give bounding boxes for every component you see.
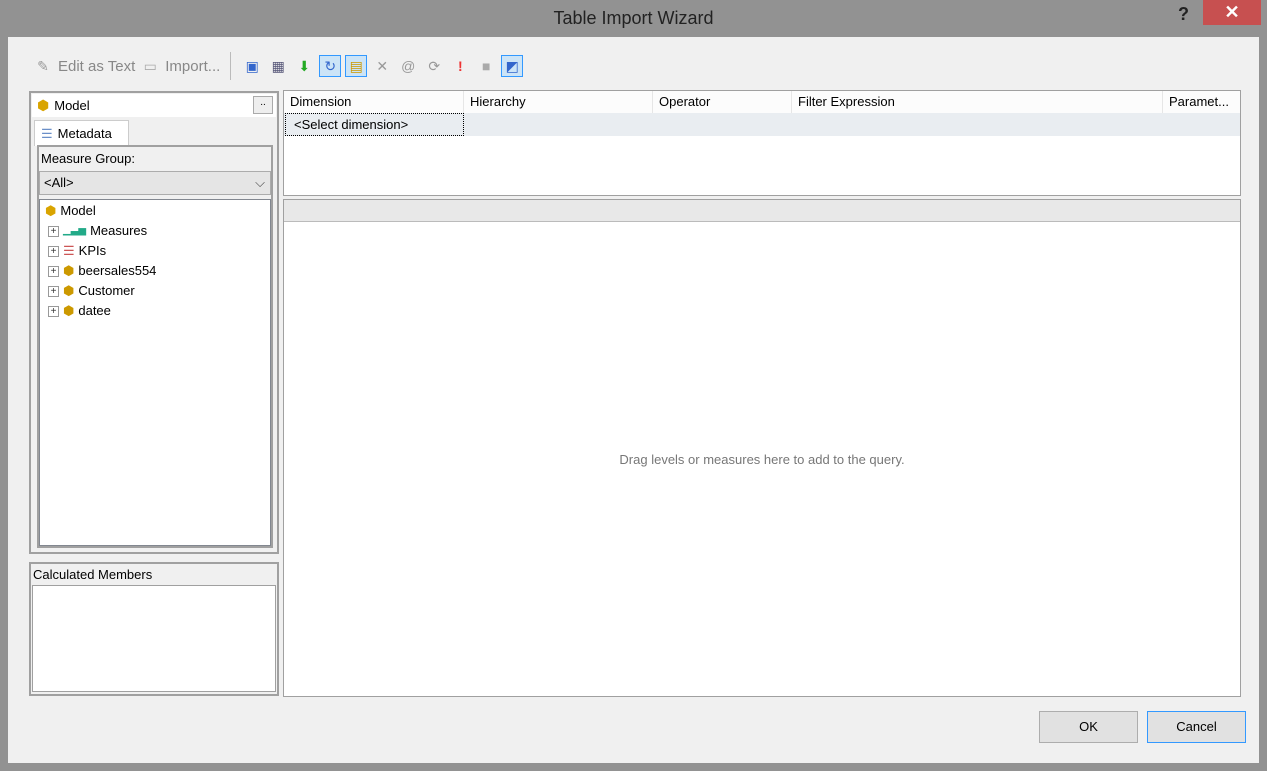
calculator-icon[interactable]: ▦ xyxy=(267,55,289,77)
tree-item-label: Customer xyxy=(78,283,135,298)
metadata-icon: ☰ xyxy=(41,125,53,141)
show-empty-cells-icon[interactable]: ↻ xyxy=(319,55,342,77)
delete-icon[interactable]: ✕ xyxy=(371,55,393,77)
dimension-icon: ⬢ xyxy=(63,303,75,318)
column-header-filter-expression[interactable]: Filter Expression xyxy=(792,91,1163,113)
title-bar: Table Import Wizard ? ✕ xyxy=(0,0,1267,37)
column-header-parameters[interactable]: Paramet... xyxy=(1163,91,1240,113)
tree-item[interactable]: + ⬢ Customer xyxy=(40,281,270,301)
query-results-panel: Drag levels or measures here to add to t… xyxy=(283,199,1241,697)
metadata-tree: ⬢ Model + ▁▃▅ Measures + ☰ KPIs + ⬢ beersales55… xyxy=(39,199,271,546)
cube-selector[interactable]: ⬢ Model .. xyxy=(32,94,276,117)
cube-icon: ⬢ xyxy=(37,97,50,113)
expand-icon[interactable]: + xyxy=(48,225,59,237)
tree-item-label: KPIs xyxy=(78,243,107,258)
toolbar-separator xyxy=(230,52,232,80)
add-filter-icon[interactable]: ⬇ xyxy=(293,55,315,77)
browse-cube-button[interactable]: .. xyxy=(253,96,273,114)
tree-item[interactable]: + ☰ KPIs xyxy=(40,241,270,261)
cancel-button[interactable]: Cancel xyxy=(1147,711,1246,743)
import-button[interactable]: Import... xyxy=(165,58,220,75)
measure-group-label: Measure Group: xyxy=(41,151,135,166)
tab-metadata[interactable]: ☰ Metadata xyxy=(34,120,129,146)
metadata-content: Measure Group: <All> ⌵ ⬢ Model + ▁▃▅ Measur… xyxy=(37,145,273,548)
metadata-panel: ⬢ Model .. ☰ Metadata Measure Group: <Al… xyxy=(29,91,279,554)
expand-icon[interactable]: + xyxy=(48,245,59,257)
kpi-icon: ☰ xyxy=(63,243,75,258)
close-button[interactable]: ✕ xyxy=(1203,0,1261,25)
calculated-members-label: Calculated Members xyxy=(33,567,153,582)
show-aggregates-icon[interactable]: ▤ xyxy=(345,55,368,77)
edit-as-text-button[interactable]: Edit as Text xyxy=(58,58,135,75)
cube-name: Model xyxy=(54,98,90,113)
tree-item-label: Measures xyxy=(90,223,148,238)
dimension-icon: ⬢ xyxy=(63,263,75,278)
stop-icon[interactable]: ■ xyxy=(475,55,497,77)
execute-icon[interactable]: ! xyxy=(449,55,471,77)
measure-group-dropdown[interactable]: <All> ⌵ xyxy=(39,171,271,195)
ok-button[interactable]: OK xyxy=(1039,711,1138,743)
filter-row: <Select dimension> xyxy=(284,113,1240,136)
filter-grid: Dimension Hierarchy Operator Filter Expr… xyxy=(283,90,1241,196)
column-header-hierarchy[interactable]: Hierarchy xyxy=(464,91,653,113)
filter-grid-header: Dimension Hierarchy Operator Filter Expr… xyxy=(284,91,1240,113)
tab-label: Metadata xyxy=(57,126,112,141)
window-title: Table Import Wizard xyxy=(553,8,714,28)
edit-text-icon: ✎ xyxy=(37,57,49,74)
add-calculated-member-icon[interactable]: ▣ xyxy=(241,55,263,77)
measure-group-value: <All> xyxy=(44,175,74,190)
expand-icon[interactable]: + xyxy=(48,265,59,277)
tree-item-label: Model xyxy=(60,203,96,218)
query-header-strip xyxy=(284,200,1240,222)
folder-icon: ▭ xyxy=(143,57,157,74)
expand-icon[interactable]: + xyxy=(48,305,59,317)
column-header-dimension[interactable]: Dimension xyxy=(284,91,464,113)
measures-icon: ▁▃▅ xyxy=(63,225,87,236)
drop-zone-hint: Drag levels or measures here to add to t… xyxy=(619,452,905,467)
toolbar: ✎ Edit as Text ▭ Import... ▣ ▦ ⬇ ↻ ▤ ✕ @… xyxy=(32,52,524,80)
refresh-icon[interactable]: ⟳ xyxy=(423,55,445,77)
calculated-members-panel: Calculated Members xyxy=(29,562,279,696)
select-dimension-cell[interactable]: <Select dimension> xyxy=(285,113,464,136)
dimension-icon: ⬢ xyxy=(63,283,75,298)
column-header-operator[interactable]: Operator xyxy=(653,91,792,113)
design-mode-icon[interactable]: ◩ xyxy=(501,55,524,77)
tree-item[interactable]: + ⬢ beersales554 xyxy=(40,261,270,281)
expand-icon[interactable]: + xyxy=(48,285,59,297)
query-parameters-icon[interactable]: @ xyxy=(397,55,419,77)
cube-icon: ⬢ xyxy=(45,203,57,218)
tree-item[interactable]: + ⬢ datee xyxy=(40,301,270,321)
help-button[interactable]: ? xyxy=(1178,4,1189,25)
tree-item-label: beersales554 xyxy=(78,263,157,278)
calculated-members-list[interactable] xyxy=(32,585,276,692)
tree-item[interactable]: + ▁▃▅ Measures xyxy=(40,221,270,241)
chevron-down-icon: ⌵ xyxy=(255,175,265,190)
tree-item-label: datee xyxy=(78,303,111,318)
tree-item[interactable]: ⬢ Model xyxy=(40,201,270,221)
